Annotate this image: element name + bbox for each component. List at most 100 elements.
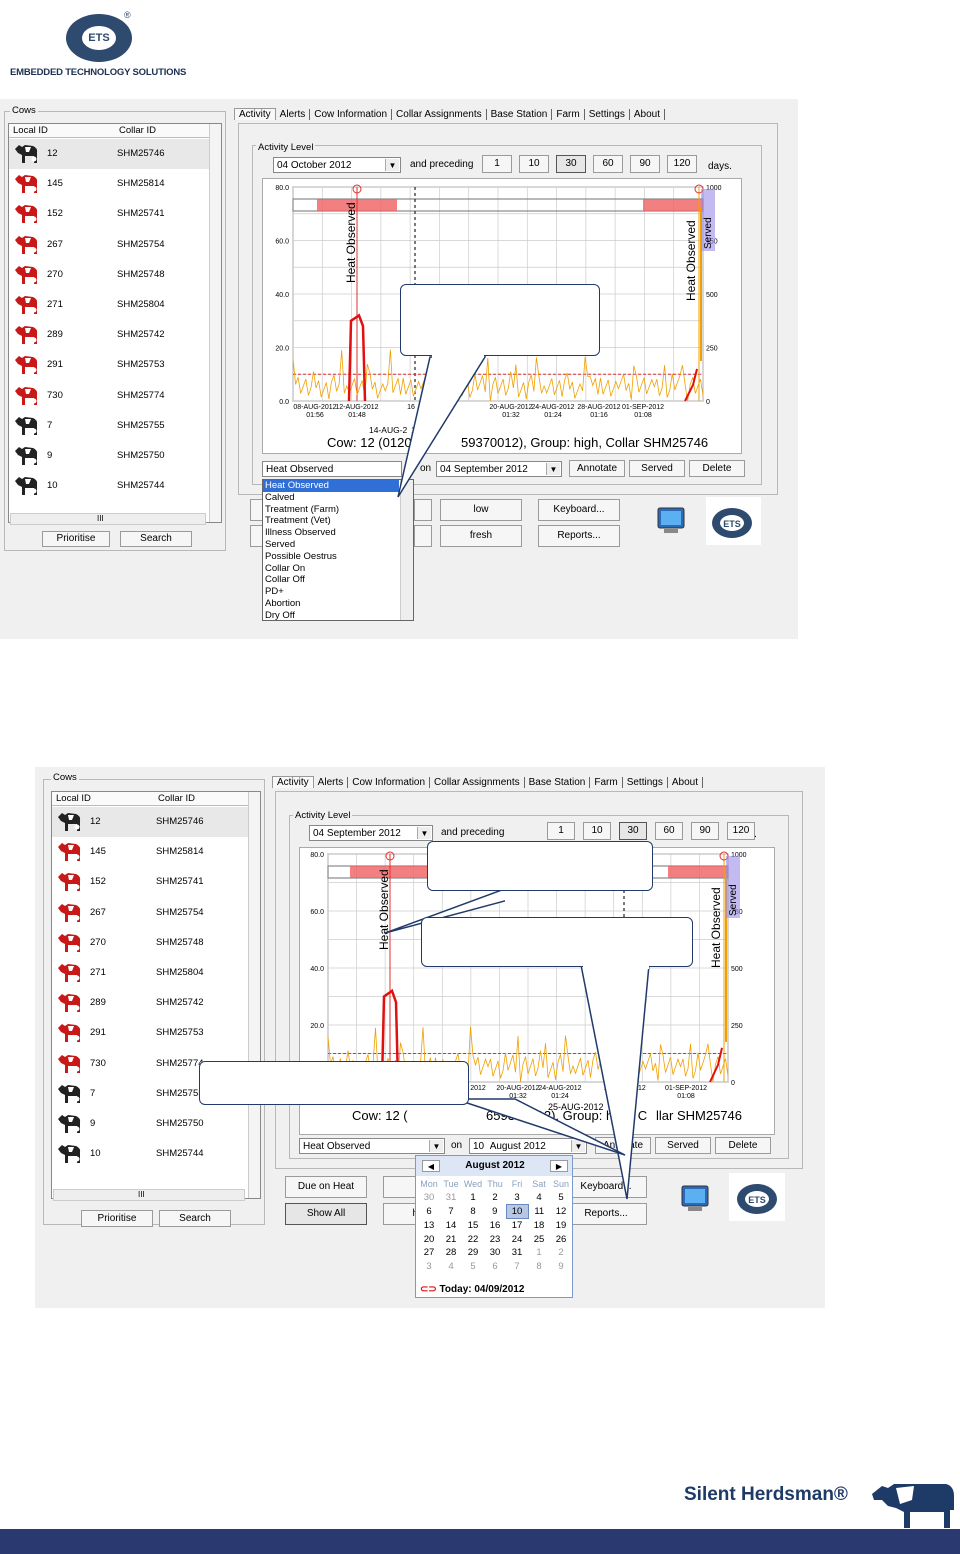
calendar-day[interactable]: 31: [506, 1246, 528, 1260]
days-10-button[interactable]: 10: [519, 155, 549, 173]
list-item[interactable]: 291 SHM25753: [52, 1018, 260, 1048]
monitor-icon[interactable]: [679, 1183, 711, 1215]
dropdown-option[interactable]: Calved: [263, 492, 399, 504]
header-collar-id[interactable]: Collar ID: [158, 793, 195, 804]
list-item[interactable]: 10 SHM25744: [9, 471, 219, 501]
days-120-button[interactable]: 120: [667, 155, 697, 173]
calendar-day[interactable]: 30: [484, 1246, 506, 1260]
cow-list[interactable]: Local ID Collar ID 12 SHM25746 145 SHM25814…: [8, 123, 222, 523]
tab-about[interactable]: About: [668, 777, 703, 788]
tab-activity[interactable]: Activity: [234, 108, 276, 120]
days-120-button[interactable]: 120: [727, 822, 755, 840]
keyboard-button[interactable]: Keyboard...: [538, 499, 620, 521]
list-item[interactable]: 267 SHM25754: [52, 898, 260, 928]
list-item[interactable]: 12 SHM25746: [52, 807, 260, 837]
calendar-day[interactable]: 15: [462, 1218, 484, 1232]
days-10-button[interactable]: 10: [583, 822, 611, 840]
tab-settings[interactable]: Settings: [585, 109, 630, 120]
list-item[interactable]: 10 SHM25744: [52, 1139, 260, 1169]
dropdown-option[interactable]: Illness Observed: [263, 527, 399, 539]
filter-button-mid[interactable]: [414, 499, 432, 521]
tab-alerts[interactable]: Alerts: [314, 777, 349, 788]
days-1-button[interactable]: 1: [482, 155, 512, 173]
reports-button[interactable]: Reports...: [538, 525, 620, 547]
list-item[interactable]: 12 SHM25746: [9, 139, 219, 169]
dropdown-option[interactable]: Served: [263, 539, 399, 551]
annotation-type-select[interactable]: Heat Observed: [262, 461, 402, 477]
list-item[interactable]: 9 SHM25750: [9, 441, 219, 471]
list-vscrollbar[interactable]: [248, 792, 260, 1198]
calendar-day[interactable]: 17: [506, 1218, 528, 1232]
prioritise-button[interactable]: Prioritise: [81, 1210, 153, 1227]
ets-badge-icon[interactable]: ETS: [706, 497, 761, 545]
list-hscrollbar[interactable]: III: [53, 1189, 245, 1201]
days-90-button[interactable]: 90: [630, 155, 660, 173]
days-30-button[interactable]: 30: [556, 155, 586, 173]
list-item[interactable]: 289 SHM25742: [52, 988, 260, 1018]
list-item[interactable]: 267 SHM25754: [9, 230, 219, 260]
tab-cow-information[interactable]: Cow Information: [310, 109, 393, 120]
tab-activity[interactable]: Activity: [272, 776, 314, 788]
tab-base-station[interactable]: Base Station: [487, 109, 553, 120]
served-button[interactable]: Served: [629, 460, 685, 477]
tab-farm[interactable]: Farm: [590, 777, 623, 788]
list-item[interactable]: 270 SHM25748: [9, 260, 219, 290]
list-item[interactable]: 152 SHM25741: [52, 867, 260, 897]
dropdown-option[interactable]: Treatment (Vet): [263, 515, 399, 527]
days-1-button[interactable]: 1: [547, 822, 575, 840]
calendar-day[interactable]: 4: [440, 1260, 462, 1274]
list-item[interactable]: 145 SHM25814: [52, 837, 260, 867]
dropdown-option[interactable]: Treatment (Farm): [263, 504, 399, 516]
calendar-day[interactable]: 16: [484, 1218, 506, 1232]
dropdown-option[interactable]: Collar Off: [263, 574, 399, 586]
days-60-button[interactable]: 60: [593, 155, 623, 173]
date-select[interactable]: 04 October 2012 ▼: [273, 157, 401, 173]
calendar-day[interactable]: 23: [484, 1232, 506, 1246]
list-hscrollbar[interactable]: III: [10, 513, 206, 525]
search-button[interactable]: Search: [159, 1210, 231, 1227]
dropdown-scrollbar[interactable]: [400, 480, 413, 620]
dropdown-option[interactable]: Possible Oestrus: [263, 551, 399, 563]
delete-button[interactable]: Delete: [715, 1137, 771, 1154]
calendar-day[interactable]: 7: [506, 1260, 528, 1274]
calendar-day[interactable]: 9: [550, 1260, 572, 1274]
calendar-day[interactable]: 22: [462, 1232, 484, 1246]
list-item[interactable]: 270 SHM25748: [52, 928, 260, 958]
dropdown-option[interactable]: Abortion: [263, 598, 399, 610]
calendar-day[interactable]: 19: [550, 1218, 572, 1232]
calendar-day[interactable]: 29: [462, 1246, 484, 1260]
list-item[interactable]: 271 SHM25804: [52, 958, 260, 988]
calendar-day[interactable]: 28: [440, 1246, 462, 1260]
calendar-day[interactable]: 8: [528, 1260, 550, 1274]
calendar-day[interactable]: 2: [550, 1246, 572, 1260]
header-local-id[interactable]: Local ID: [56, 793, 91, 804]
show-all-button[interactable]: Show All: [285, 1203, 367, 1225]
delete-button[interactable]: Delete: [689, 460, 745, 477]
tab-about[interactable]: About: [630, 109, 665, 120]
calendar-day[interactable]: 20: [418, 1232, 440, 1246]
calendar-day[interactable]: 5: [462, 1260, 484, 1274]
list-item[interactable]: 730 SHM25774: [9, 381, 219, 411]
cow-list[interactable]: Local ID Collar ID 12 SHM25746 145 SHM25814…: [51, 791, 261, 1199]
calendar-day[interactable]: 1: [528, 1246, 550, 1260]
calendar-day[interactable]: 3: [418, 1260, 440, 1274]
list-item[interactable]: 152 SHM25741: [9, 199, 219, 229]
calendar-day[interactable]: 6: [484, 1260, 506, 1274]
header-local-id[interactable]: Local ID: [13, 125, 48, 136]
calendar-day[interactable]: 26: [550, 1232, 572, 1246]
date-select[interactable]: 04 September 2012 ▼: [309, 825, 433, 841]
list-vscrollbar[interactable]: [209, 124, 221, 522]
calendar-day[interactable]: 13: [418, 1218, 440, 1232]
tab-farm[interactable]: Farm: [552, 109, 585, 120]
list-item[interactable]: 289 SHM25742: [9, 320, 219, 350]
calendar-day[interactable]: 14: [440, 1218, 462, 1232]
today-row[interactable]: ⊂⊃ Today: 04/09/2012: [420, 1284, 524, 1295]
tab-cow-information[interactable]: Cow Information: [348, 777, 431, 788]
calendar-day[interactable]: 27: [418, 1246, 440, 1260]
tab-base-station[interactable]: Base Station: [525, 777, 591, 788]
dropdown-option[interactable]: Heat Observed: [263, 480, 399, 492]
calendar-day[interactable]: 24: [506, 1232, 528, 1246]
calendar-day[interactable]: 25: [528, 1232, 550, 1246]
list-item[interactable]: 9 SHM25750: [52, 1109, 260, 1139]
calendar-day[interactable]: 18: [528, 1218, 550, 1232]
